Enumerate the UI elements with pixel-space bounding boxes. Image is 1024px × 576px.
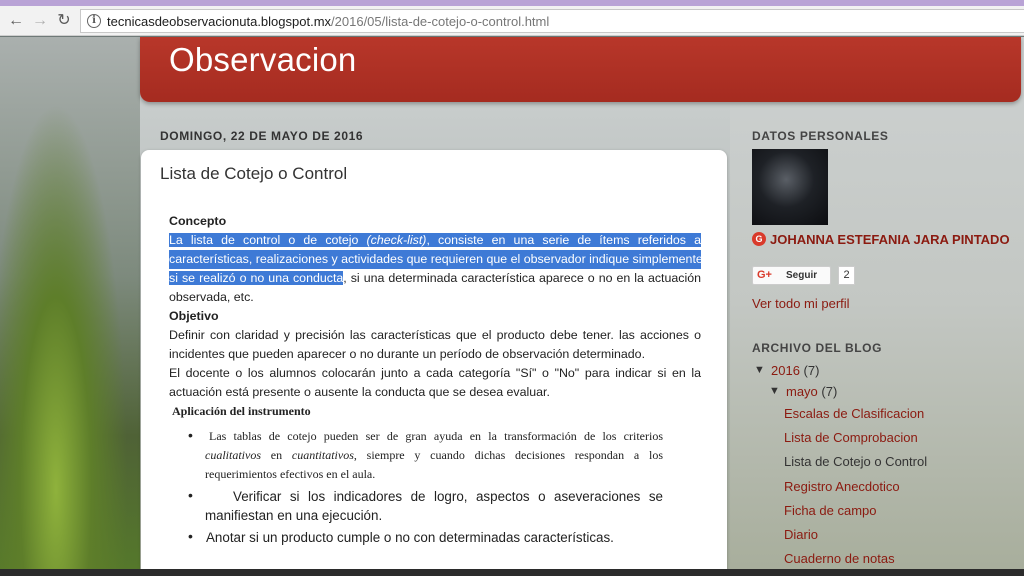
objetivo-line-4: actuación está presente o ausente la con… [169,385,550,399]
bullet1-line-3: requerimientos efectivos en el aula. [205,467,376,481]
bullet-marker: • [188,487,193,503]
archive-heading: ARCHIVO DEL BLOG [752,341,883,355]
info-icon[interactable]: i [87,14,101,28]
post-date: DOMINGO, 22 DE MAYO DE 2016 [160,129,364,143]
post-title[interactable]: Lista de Cotejo o Control [160,164,347,184]
back-arrow-icon[interactable]: ← [6,11,26,31]
url-input[interactable]: i tecnicasdeobservacionuta.blogspot.mx/2… [80,9,1024,33]
objetivo-heading: Objetivo [169,309,219,323]
archive-post-link[interactable]: Cuaderno de notas [784,551,895,566]
bullet-marker: • [188,528,193,544]
bullet-marker: • [188,427,193,443]
follow-label: Seguir [786,270,818,281]
triangle-down-icon[interactable]: ▼ [769,385,780,397]
objetivo-line-2: incidentes que pueden aparecer o no dura… [169,347,646,361]
personal-data-heading: DATOS PERSONALES [752,129,889,143]
triangle-down-icon[interactable]: ▼ [754,364,765,376]
concepto-line-4: observada, etc. [169,290,254,304]
aplicacion-heading: Aplicación del instrumento [172,404,311,418]
bullet3-line-1: Anotar si un producto cumple o no con de… [206,530,614,545]
bottom-edge-bar [0,569,1024,576]
view-profile-link[interactable]: Ver todo mi perfil [752,296,850,311]
archive-post-link[interactable]: Ficha de campo [784,503,877,518]
archive-post-link[interactable]: Lista de Comprobacion [784,430,918,445]
archive-post-link[interactable]: Escalas de Clasificacion [784,406,924,421]
archive-post-link[interactable]: Diario [784,527,818,542]
left-background-scene [0,37,140,569]
concepto-heading: Concepto [169,214,227,228]
bullet1-line-1: Las tablas de cotejo pueden ser de gran … [209,429,663,443]
bullet2-line-1: Verificar si los indicadores de logro, a… [233,489,663,504]
url-text: tecnicasdeobservacionuta.blogspot.mx/201… [107,14,550,29]
archive-month-mayo[interactable]: mayo (7) [786,384,837,399]
avatar[interactable] [752,149,828,225]
objetivo-line-1: Definir con claridad y precisión las car… [169,328,701,342]
bullet2-line-2: manifiestan en una ejecución. [205,508,383,523]
forward-arrow-icon[interactable]: → [30,11,50,31]
reload-icon[interactable]: ↻ [54,11,74,31]
blog-title[interactable]: Observacion [169,41,356,79]
post-card: Lista de Cotejo o Control Concepto La li… [141,150,727,575]
follower-count: 2 [838,266,855,285]
archive-post-link[interactable]: Registro Anecdotico [784,479,900,494]
browser-address-bar: ← → ↻ i tecnicasdeobservacionuta.blogspo… [0,6,1024,36]
concepto-line-1: La lista de control o de cotejo (check-l… [169,233,701,247]
concepto-line-2: características, realizaciones y activid… [169,250,703,269]
bullet1-line-2: cualitativos en cuantitativos, siempre y… [205,448,663,462]
blog-header: Observacion [140,37,1021,102]
profile-name-link[interactable]: JOHANNA ESTEFANIA JARA PINTADO [770,231,1010,248]
follow-button[interactable]: G+ Seguir [752,266,831,285]
archive-year-2016[interactable]: 2016 (7) [771,363,819,378]
google-plus-icon: G [752,232,766,246]
objetivo-line-3: El docente o los alumnos colocarán junto… [169,366,701,380]
concepto-line-3: si se realizó o no una conducta, si una … [169,271,701,285]
google-plus-icon: G+ [757,269,772,281]
archive-post-link-current[interactable]: Lista de Cotejo o Control [784,454,927,469]
